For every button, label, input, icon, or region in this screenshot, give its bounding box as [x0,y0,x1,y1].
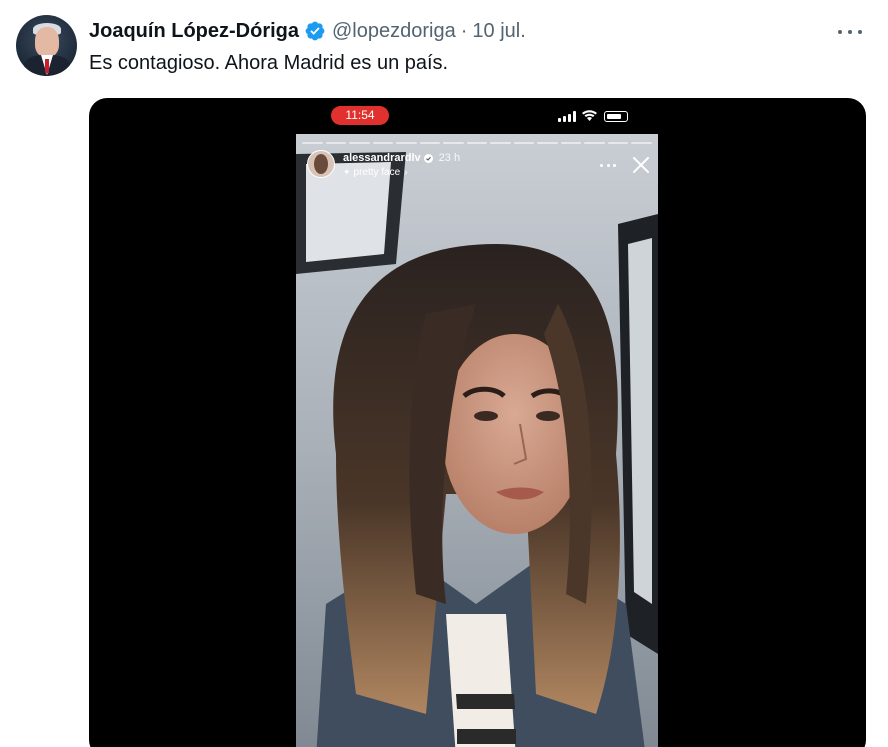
signal-bar [558,118,561,122]
more-dot [838,30,842,34]
more-options-icon[interactable] [838,22,862,42]
progress-segment [560,142,582,144]
story-more-dot [600,164,603,167]
close-icon [633,157,649,173]
progress-segment [396,142,417,144]
progress-segment [443,142,464,144]
progress-segment [607,142,629,144]
progress-segment [419,142,441,144]
progress-segment [631,142,652,144]
battery-icon [604,111,628,122]
phone-status-bar: 11:54 [296,98,658,134]
tweet-date[interactable]: 10 jul. [472,20,525,43]
story-photo [296,134,658,747]
media-video[interactable]: 11:54 alessandrardlv 23 h ✦ pretty face … [89,98,866,747]
tweet[interactable]: Joaquín López-Dóriga @lopezdoriga · 10 j… [0,0,888,747]
author-name[interactable]: Joaquín López-Dóriga [89,20,299,43]
author-handle[interactable]: @lopezdoriga [332,20,456,43]
signal-icon [558,111,576,122]
instagram-story-frame: 11:54 alessandrardlv 23 h ✦ pretty face … [296,98,658,747]
wifi-icon [582,110,597,121]
story-progress-bar [302,142,652,144]
progress-segment [584,142,605,144]
story-user-row: alessandrardlv 23 h [343,152,460,164]
avatar-face [35,27,59,57]
story-music-row: ✦ pretty face › [343,167,408,178]
story-verified-icon [423,153,433,163]
progress-segment [513,142,535,144]
story-more-dot [606,164,610,167]
progress-segment [349,142,370,144]
signal-bar [573,111,576,122]
progress-segment [372,142,394,144]
story-time: 23 h [438,152,461,164]
separator-dot: · [460,19,468,42]
story-user-avatar [307,150,335,178]
more-dot [848,30,852,34]
more-dot [858,30,862,34]
sparkle-icon: ✦ [343,167,351,177]
avatar-tie [45,59,49,73]
tweet-text: Es contagioso. Ahora Madrid es un país. [89,52,449,74]
progress-segment [490,142,511,144]
progress-segment [302,142,323,144]
chevron-right-icon: › [404,167,408,178]
progress-segment [466,142,488,144]
author-avatar[interactable] [16,15,77,76]
signal-bar [563,116,566,122]
progress-segment [325,142,347,144]
story-more-dot [613,164,616,167]
verified-badge-icon[interactable] [304,20,326,42]
story-music-label: pretty face [353,167,401,178]
progress-segment [537,142,558,144]
story-username: alessandrardlv [343,152,421,164]
tweet-header: Joaquín López-Dóriga @lopezdoriga · 10 j… [89,19,526,43]
phone-time: 11:54 [331,106,389,125]
signal-bar [568,114,571,122]
story-more-icon [600,164,616,168]
